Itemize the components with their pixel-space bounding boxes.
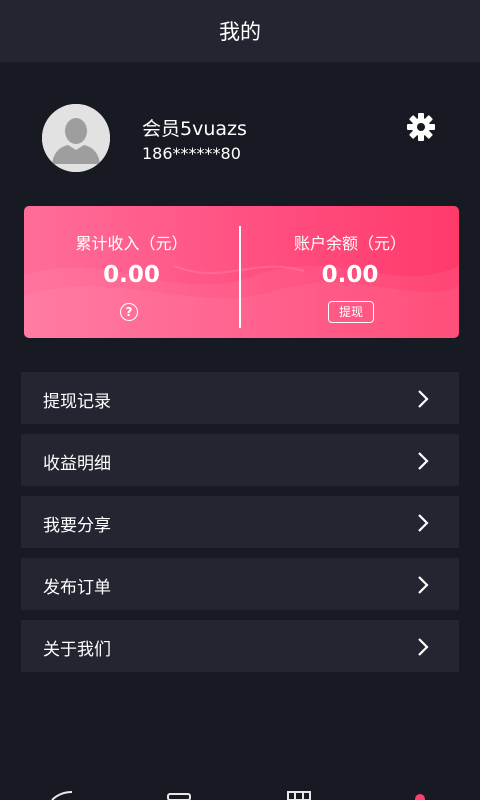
settings-button[interactable] xyxy=(404,110,438,144)
menu-item-label: 发布订单 xyxy=(43,578,111,598)
tab-icon-home[interactable] xyxy=(51,791,73,800)
page-title: 我的 xyxy=(219,20,261,44)
avatar[interactable] xyxy=(42,104,110,172)
menu-item-label: 收益明细 xyxy=(43,454,111,474)
balance-panel: 账户余额（元） 0.00 提现 xyxy=(241,206,459,338)
profile-section: 会员5vuazs 186******80 xyxy=(0,62,480,202)
menu-item-label: 我要分享 xyxy=(43,516,111,536)
menu-item-income-details[interactable]: 收益明细 xyxy=(21,434,459,486)
menu-item-about-us[interactable]: 关于我们 xyxy=(21,620,459,672)
earnings-card: 累计收入（元） 0.00 ? 账户余额（元） 0.00 提现 xyxy=(24,206,459,338)
phone-number: 186******80 xyxy=(142,144,241,163)
chevron-right-icon xyxy=(418,638,429,656)
tab-icon-mine[interactable] xyxy=(415,794,425,800)
menu-item-label: 关于我们 xyxy=(43,640,111,660)
default-user-avatar-icon xyxy=(42,104,110,172)
chevron-right-icon xyxy=(418,390,429,408)
chevron-right-icon xyxy=(418,452,429,470)
menu-item-label: 提现记录 xyxy=(43,392,111,412)
tab-icon-car[interactable] xyxy=(167,793,191,800)
menu-item-withdraw-records[interactable]: 提现记录 xyxy=(21,372,459,424)
total-income-panel: 累计收入（元） 0.00 ? xyxy=(24,206,239,338)
username: 会员5vuazs xyxy=(142,118,247,140)
withdraw-button[interactable]: 提现 xyxy=(328,301,374,323)
balance-label: 账户余额（元） xyxy=(293,234,406,253)
gear-icon xyxy=(407,113,435,141)
help-icon[interactable]: ? xyxy=(120,303,138,321)
menu-item-publish-order[interactable]: 发布订单 xyxy=(21,558,459,610)
menu-item-share[interactable]: 我要分享 xyxy=(21,496,459,548)
total-income-label: 累计收入（元） xyxy=(75,234,188,253)
bottom-tab-bar-peek xyxy=(51,791,425,800)
tab-icon-grid[interactable] xyxy=(287,791,311,800)
chevron-right-icon xyxy=(418,576,429,594)
total-income-value: 0.00 xyxy=(103,262,160,288)
chevron-right-icon xyxy=(418,514,429,532)
balance-value: 0.00 xyxy=(321,262,379,288)
menu-list: 提现记录 收益明细 我要分享 发布订单 关于我们 xyxy=(21,372,459,682)
top-bar: 我的 xyxy=(0,0,480,62)
